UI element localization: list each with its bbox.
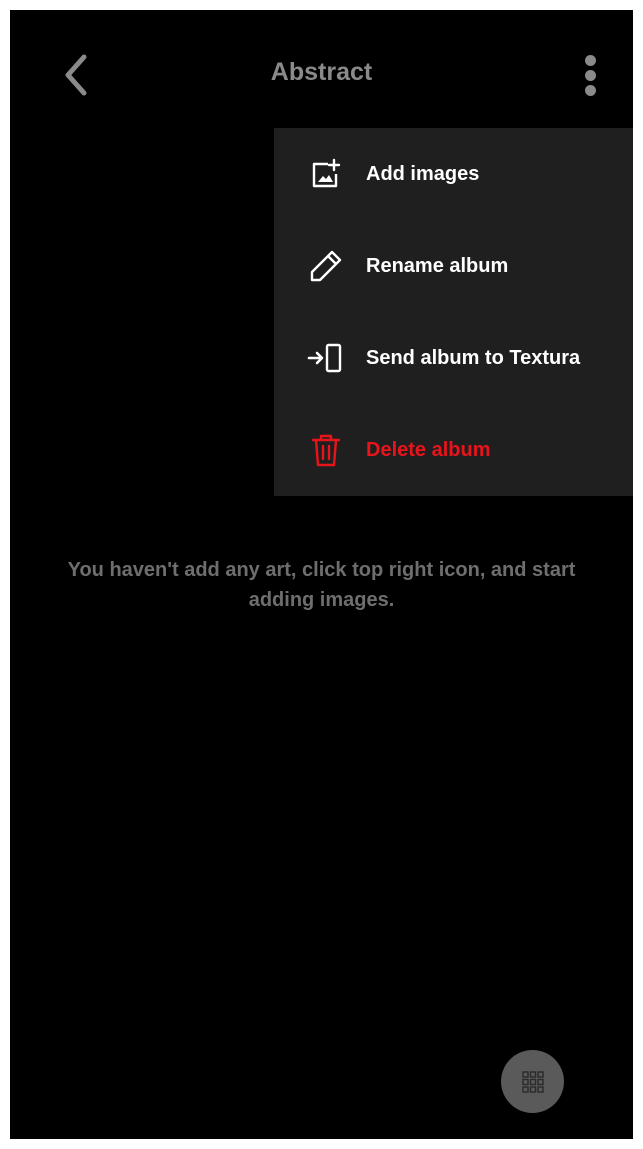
chevron-left-icon <box>65 54 87 96</box>
pencil-icon <box>304 244 348 288</box>
menu-item-label: Rename album <box>366 254 509 277</box>
add-image-icon <box>304 152 348 196</box>
grid-icon <box>521 1070 544 1093</box>
more-vertical-icon-dot <box>584 69 596 81</box>
menu-item-add-images[interactable]: Add images <box>274 128 633 220</box>
menu-item-label: Send album to Textura <box>366 346 581 369</box>
album-options-menu: Add images Rename album Send album to Te… <box>274 128 633 496</box>
menu-item-delete-album[interactable]: Delete album <box>274 404 633 496</box>
empty-state-message: You haven't add any art, click top right… <box>67 559 576 611</box>
more-options-button[interactable] <box>575 50 605 100</box>
send-to-device-icon <box>304 336 348 380</box>
top-bar: Abstract <box>10 10 633 140</box>
trash-icon <box>304 428 348 472</box>
menu-item-label: Add images <box>366 162 480 185</box>
menu-item-rename-album[interactable]: Rename album <box>274 220 633 312</box>
grid-fab-button[interactable] <box>501 1050 564 1113</box>
back-button[interactable] <box>56 50 96 100</box>
more-vertical-icon <box>584 54 596 66</box>
menu-item-label: Delete album <box>366 438 491 461</box>
album-screen: Abstract Add images Rename album Send al… <box>10 10 633 1139</box>
menu-item-send-album[interactable]: Send album to Textura <box>274 312 633 404</box>
more-vertical-icon-dot <box>584 84 596 96</box>
page-title: Abstract <box>270 58 373 86</box>
